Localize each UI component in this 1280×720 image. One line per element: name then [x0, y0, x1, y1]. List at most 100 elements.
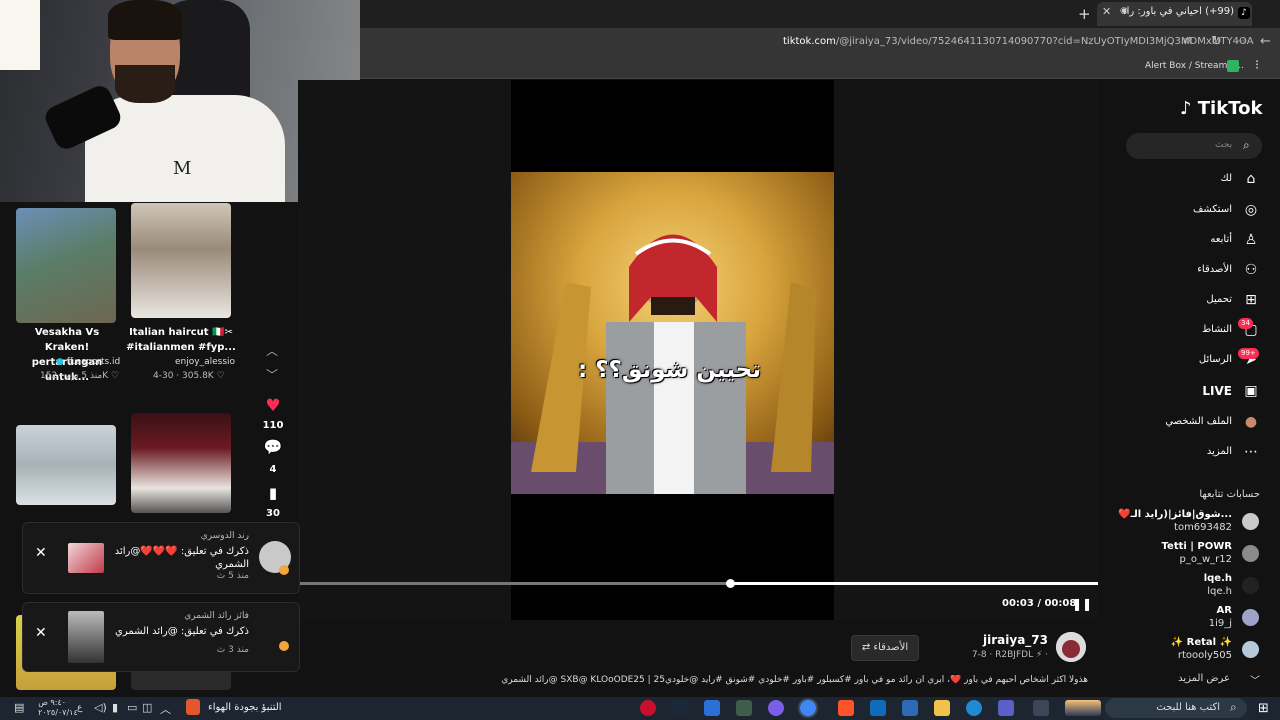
- notification-count-badge: 99+: [1238, 348, 1259, 359]
- like-heart-icon[interactable]: ♥: [262, 396, 284, 416]
- windows-start-icon[interactable]: ⊞: [1258, 701, 1269, 716]
- tiktok-note-icon: ♪: [1180, 98, 1192, 119]
- author-subtitle: 7-8 · R2BJFDL ⚡ ·: [971, 650, 1048, 660]
- volume-icon[interactable]: ◁): [94, 701, 107, 714]
- copilot-icon[interactable]: [998, 700, 1014, 716]
- pause-icon[interactable]: ❚❚: [1072, 597, 1092, 611]
- excel-icon[interactable]: [736, 700, 752, 716]
- video-progress-fill: [730, 582, 1098, 585]
- app-icon[interactable]: [704, 700, 720, 716]
- following-header: حسابات تتابعها: [1199, 489, 1260, 500]
- back-arrow-icon[interactable]: ←: [1260, 34, 1271, 49]
- video-time: 00:03 / 00:08: [1002, 598, 1077, 609]
- video-progress-handle[interactable]: [726, 579, 735, 588]
- notification-user: رند الدوسري: [200, 531, 249, 541]
- account-avatar: [1242, 641, 1259, 658]
- notification-badge-icon: [279, 565, 289, 575]
- video-caption-overlay: تحيين شونق؟؟ :: [578, 357, 761, 383]
- sidebar-item-label: لك: [1220, 173, 1232, 184]
- sidebar-item-label: استكشف: [1193, 204, 1232, 215]
- bookmarks-more-icon[interactable]: ⁝: [1255, 58, 1259, 73]
- account-name: ❤️شوق|فائز|(رايد الـ...: [1118, 509, 1232, 520]
- comment-icon[interactable]: 💬: [262, 438, 284, 456]
- notification-thumbnail: [68, 611, 104, 663]
- close-icon[interactable]: ✕: [35, 625, 47, 641]
- network-icon[interactable]: ▭: [127, 701, 137, 714]
- webcam-light: [0, 0, 40, 70]
- account-name: Tetti | POWR: [1161, 541, 1232, 552]
- meet-icon[interactable]: ◫: [142, 701, 152, 714]
- comment-count: 4: [269, 464, 277, 475]
- sidebar-item-label: تحميل: [1206, 294, 1232, 305]
- account-name: ✨ Retal ✨: [1170, 637, 1232, 648]
- account-handle: rtoooly505: [1177, 650, 1232, 661]
- chrome-icon[interactable]: [800, 700, 816, 716]
- account-name: AR: [1216, 605, 1232, 616]
- url-field[interactable]: tiktok.com/@jiraiya_73/video/75246411307…: [783, 36, 1254, 47]
- notification-text: ذكرك في تعليق: @رائد الشمري: [115, 626, 249, 637]
- notification-thumbnail: [68, 543, 104, 573]
- author-name[interactable]: jiraiya_73: [960, 633, 1048, 647]
- account-handle: tom693482: [1174, 522, 1232, 533]
- friends-button[interactable]: ⇄ الأصدقاء: [851, 635, 919, 661]
- video-thumbnail[interactable]: [16, 425, 116, 505]
- edge-icon[interactable]: [966, 700, 982, 716]
- video-description: هذولا أكثر أشخاص احبهم في باور ❤️، أبري …: [501, 675, 1088, 685]
- account-handle: 1i9_j: [1208, 618, 1232, 629]
- tab-close-icon[interactable]: ✕: [1102, 5, 1111, 18]
- search-input[interactable]: [1126, 133, 1262, 159]
- video-title[interactable]: Italian haircut 🇮🇹✂ #italianmen #fyp...: [126, 325, 236, 355]
- bookmark-icon[interactable]: ▮: [262, 484, 284, 502]
- notifications-icon[interactable]: ▤: [14, 701, 24, 714]
- app-icon[interactable]: [640, 700, 656, 716]
- shirt-logo: M: [173, 158, 192, 179]
- mail-icon[interactable]: [902, 700, 918, 716]
- weather-icon[interactable]: [186, 699, 200, 715]
- outlook-icon[interactable]: [870, 700, 886, 716]
- close-icon[interactable]: ✕: [35, 545, 47, 561]
- notification-badge-icon: [279, 641, 289, 651]
- video-thumbnail[interactable]: [16, 208, 116, 323]
- save-count: 30: [266, 508, 280, 519]
- author-avatar[interactable]: [1056, 632, 1086, 662]
- live-icon: ▣: [1244, 383, 1258, 399]
- video-meta: منذ 5 يوم · 152K ♡: [40, 371, 120, 381]
- sidebar-item-label: النشاط: [1201, 324, 1232, 335]
- account-name: lqe.h: [1203, 573, 1232, 584]
- bookmarks-bar: [360, 56, 1280, 79]
- input-language[interactable]: ع: [77, 703, 82, 713]
- video-meta: 4-30 · 305.8K ♡: [153, 371, 225, 381]
- sidebar-item-label: المزيد: [1206, 446, 1232, 457]
- video-thumbnail[interactable]: [131, 413, 231, 513]
- video-thumbnail[interactable]: [131, 203, 231, 318]
- video-frame-image[interactable]: [511, 172, 834, 494]
- brave-icon[interactable]: [838, 700, 854, 716]
- taskbar-clock[interactable]: ٩:٤٠ ص ٢٠٢٥/٠٧/١٤: [38, 698, 78, 718]
- tiktok-logo[interactable]: ♪ TikTok: [1180, 98, 1262, 119]
- app-icon[interactable]: [768, 700, 784, 716]
- file-explorer-icon[interactable]: [934, 700, 950, 716]
- microphone-icon[interactable]: ▮: [112, 701, 118, 714]
- notification-text: ذكرك في تعليق: ❤️❤️❤️@رائد الشمري: [114, 546, 249, 570]
- task-view-icon[interactable]: [1033, 700, 1049, 716]
- account-handle: p_o_w_r12: [1179, 554, 1232, 565]
- chevron-down-icon[interactable]: ﹀: [266, 366, 278, 383]
- tiktok-favicon-icon: ♪: [1238, 7, 1250, 19]
- notification-toast[interactable]: ✕ فائز رائد الشمري ذكرك في تعليق: @رائد …: [22, 602, 300, 672]
- new-tab-button[interactable]: +: [1078, 5, 1091, 23]
- video-author[interactable]: ● ff.esports.id: [56, 357, 176, 367]
- see-more-link[interactable]: عرض المزيد: [1178, 673, 1230, 684]
- steam-icon[interactable]: [672, 700, 688, 716]
- search-icon[interactable]: ⌕: [1230, 700, 1237, 715]
- tray-overflow-icon[interactable]: ︿: [160, 701, 171, 717]
- following-icon: ♙: [1244, 232, 1258, 248]
- chevron-down-icon[interactable]: ﹀: [1250, 672, 1260, 687]
- notification-toast[interactable]: ✕ رند الدوسري ذكرك في تعليق: ❤️❤️❤️@رائد…: [22, 522, 300, 594]
- weather-text[interactable]: التنبؤ بجودة الهواء: [208, 702, 282, 713]
- search-placeholder: بحث: [1215, 140, 1233, 150]
- chevron-up-icon[interactable]: ︿: [266, 342, 278, 359]
- notification-count-badge: 34: [1238, 318, 1253, 329]
- search-icon[interactable]: ⌕: [1243, 138, 1250, 153]
- taskbar-widget-image[interactable]: [1065, 700, 1101, 716]
- account-handle: lqe.h: [1207, 586, 1232, 597]
